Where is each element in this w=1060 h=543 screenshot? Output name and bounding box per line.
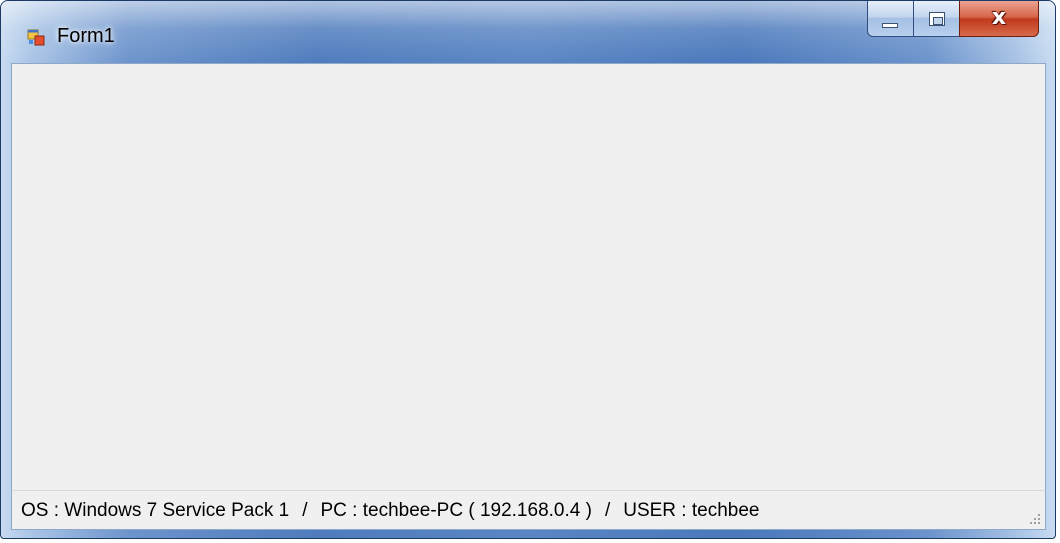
application-window: Form1 x OS : Windows 7 Service Pack 1 / PC… <box>0 0 1056 539</box>
minimize-button[interactable] <box>867 1 913 37</box>
caption-buttons: x <box>867 1 1039 39</box>
status-separator: / <box>604 500 611 521</box>
status-os: OS : Windows 7 Service Pack 1 <box>21 500 290 521</box>
window-title: Form1 <box>57 25 115 47</box>
status-user: USER : techbee <box>623 500 760 521</box>
status-pc: PC : techbee-PC ( 192.168.0.4 ) <box>320 500 592 521</box>
resize-grip-icon[interactable] <box>1029 513 1041 525</box>
status-text: OS : Windows 7 Service Pack 1 / PC : techb… <box>21 500 759 522</box>
minimize-icon <box>882 23 898 28</box>
windows-form-icon <box>27 29 45 46</box>
close-button[interactable]: x <box>959 1 1039 37</box>
status-bar: OS : Windows 7 Service Pack 1 / PC : techb… <box>11 490 1046 530</box>
form-client-area <box>11 63 1046 490</box>
maximize-button[interactable] <box>913 1 959 37</box>
close-icon: x <box>991 5 1007 30</box>
status-separator: / <box>302 500 308 521</box>
maximize-icon <box>929 12 945 26</box>
title-bar[interactable]: Form1 x <box>1 1 1055 63</box>
